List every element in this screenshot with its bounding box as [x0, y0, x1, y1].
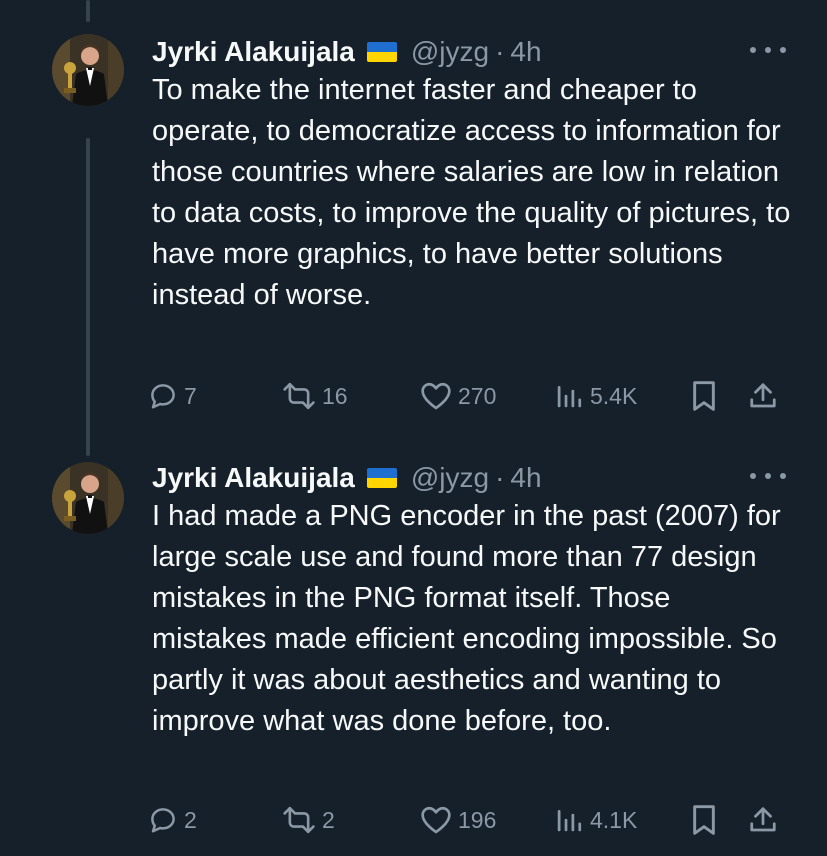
heart-icon — [421, 806, 451, 834]
author-handle[interactable]: @jyzg — [411, 36, 489, 68]
more-options-icon[interactable] — [750, 464, 786, 488]
ukraine-flag-icon — [366, 468, 397, 488]
tweet-header: Jyrki Alakuijala @jyzg · 4h — [152, 34, 542, 70]
reply-count: 7 — [184, 382, 197, 409]
action-bar: 7 16 270 5.4K — [148, 376, 788, 416]
views-chart-icon — [557, 810, 582, 832]
author-handle[interactable]: @jyzg — [411, 462, 489, 494]
bookmark-button[interactable] — [690, 800, 718, 840]
view-count: 4.1K — [590, 806, 638, 833]
thread-line-top — [86, 0, 90, 22]
author-name[interactable]: Jyrki Alakuijala — [152, 462, 355, 494]
tweet-text: I had made a PNG encoder in the past (20… — [152, 500, 781, 737]
share-button[interactable] — [748, 376, 778, 416]
tweet[interactable]: Jyrki Alakuijala @jyzg · 4h To make the … — [0, 34, 827, 414]
like-count: 270 — [458, 382, 497, 409]
timestamp[interactable]: 4h — [510, 462, 541, 494]
more-options-icon[interactable] — [750, 38, 786, 62]
bookmark-icon — [693, 381, 715, 411]
retweet-button[interactable]: 16 — [282, 376, 348, 416]
action-bar: 2 2 196 4.1K — [148, 800, 788, 840]
view-count: 5.4K — [590, 382, 638, 409]
avatar[interactable] — [52, 34, 124, 106]
author-name[interactable]: Jyrki Alakuijala — [152, 36, 355, 68]
reply-button[interactable]: 7 — [148, 376, 197, 416]
reply-button[interactable]: 2 — [148, 800, 197, 840]
like-button[interactable]: 270 — [420, 376, 496, 416]
tweet-header: Jyrki Alakuijala @jyzg · 4h — [152, 460, 542, 496]
bookmark-icon — [693, 805, 715, 835]
reply-icon — [151, 808, 175, 833]
retweet-icon — [283, 806, 315, 834]
heart-icon — [421, 382, 451, 410]
separator-dot: · — [495, 462, 505, 493]
views-button[interactable]: 4.1K — [554, 800, 637, 840]
retweet-count: 2 — [322, 806, 335, 833]
tweet[interactable]: Jyrki Alakuijala @jyzg · 4h I had made a… — [0, 460, 827, 850]
like-button[interactable]: 196 — [420, 800, 496, 840]
tweet-text: To make the internet faster and cheaper … — [152, 74, 791, 311]
reply-count: 2 — [184, 806, 197, 833]
retweet-icon — [283, 382, 315, 410]
views-chart-icon — [557, 386, 582, 408]
share-button[interactable] — [748, 800, 778, 840]
timestamp[interactable]: 4h — [510, 36, 541, 68]
separator-dot: · — [495, 36, 505, 67]
bookmark-button[interactable] — [690, 376, 718, 416]
avatar[interactable] — [52, 462, 124, 534]
retweet-button[interactable]: 2 — [282, 800, 335, 840]
views-button[interactable]: 5.4K — [554, 376, 637, 416]
ukraine-flag-icon — [366, 42, 397, 62]
share-icon — [750, 807, 776, 832]
like-count: 196 — [458, 806, 497, 833]
share-icon — [750, 383, 776, 408]
reply-icon — [151, 384, 175, 409]
retweet-count: 16 — [322, 382, 348, 409]
